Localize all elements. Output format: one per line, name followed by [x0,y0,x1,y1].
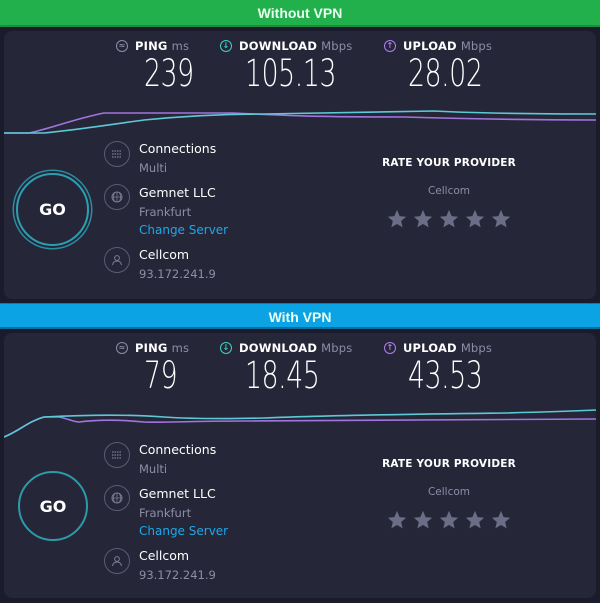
provider-ip: 93.172.241.9 [139,568,216,582]
star-icon[interactable] [386,208,408,230]
server-name: Gemnet LLC [139,486,216,501]
upload-value: 28.02 [408,52,483,95]
ping-value: 79 [144,354,178,397]
download-arrow-icon: ↓ [220,40,232,52]
connections-icon [104,442,130,468]
upload-graph-line [4,112,596,134]
download-unit: Mbps [321,39,353,53]
ping-icon: ≈ [116,342,128,354]
ping-icon: ≈ [116,40,128,52]
connections-value: Multi [139,462,168,476]
metrics-bar: ≈ PING ms 79 ↓ DOWNLOAD Mbps 18.45 ↑ UPLOAD Mb… [4,341,596,403]
speedtest-panel-without-vpn: ≈ PING ms 239 ↓ DOWNLOAD Mbps 105.13 ↑ UPLOAD… [4,31,596,299]
metrics-bar: ≈ PING ms 239 ↓ DOWNLOAD Mbps 105.13 ↑ UPLOAD… [4,39,596,101]
ping-metric: ≈ PING ms 79 [116,341,190,396]
star-icon[interactable] [464,509,486,531]
change-server-link[interactable]: Change Server [139,223,228,237]
banner-with-vpn: With VPN [0,303,600,329]
connections-value: Multi [139,161,168,175]
upload-label: UPLOAD [403,39,457,53]
upload-unit: Mbps [460,39,493,53]
server-location: Frankfurt [139,205,192,219]
download-value: 18.45 [245,354,320,397]
star-rating [374,208,524,230]
ping-label: PING [135,39,168,53]
star-icon[interactable] [464,208,486,230]
star-icon[interactable] [438,208,460,230]
download-unit: Mbps [321,341,353,355]
star-icon[interactable] [386,509,408,531]
rate-provider: RATE YOUR PROVIDER Cellcom [374,157,524,230]
upload-metric: ↑ UPLOAD Mbps 43.53 [384,341,511,396]
star-icon[interactable] [490,509,512,531]
download-graph-line [4,110,596,134]
connections-title: Connections [139,141,217,156]
upload-graph-line [4,416,596,438]
star-icon[interactable] [412,509,434,531]
user-icon [104,548,130,574]
change-server-link[interactable]: Change Server [139,524,228,538]
upload-arrow-icon: ↑ [384,342,396,354]
globe-icon [104,485,130,511]
rate-title: RATE YOUR PROVIDER [382,458,516,470]
ping-value: 239 [144,52,194,95]
server-name: Gemnet LLC [139,185,216,200]
ping-unit: ms [171,341,190,355]
download-label: DOWNLOAD [239,341,318,355]
download-metric: ↓ DOWNLOAD Mbps 105.13 [220,39,371,94]
connections-title: Connections [139,442,217,457]
star-icon[interactable] [412,208,434,230]
download-arrow-icon: ↓ [220,342,232,354]
rate-provider: RATE YOUR PROVIDER Cellcom [374,458,524,531]
speedtest-panel-with-vpn: ≈ PING ms 79 ↓ DOWNLOAD Mbps 18.45 ↑ UPLOAD Mb… [4,333,596,598]
speed-graph [4,99,596,141]
upload-label: UPLOAD [403,341,457,355]
download-label: DOWNLOAD [239,39,318,53]
star-rating [374,509,524,531]
download-value: 105.13 [245,52,337,95]
ping-label: PING [135,341,168,355]
provider-ip: 93.172.241.9 [139,267,216,281]
go-label: GO [39,496,67,516]
globe-icon [104,184,130,210]
upload-unit: Mbps [460,341,493,355]
upload-metric: ↑ UPLOAD Mbps 28.02 [384,39,511,94]
upload-arrow-icon: ↑ [384,40,396,52]
download-graph-line [4,409,596,438]
rate-provider-name: Cellcom [427,185,471,197]
server-location: Frankfurt [139,506,192,520]
star-icon[interactable] [438,509,460,531]
upload-value: 43.53 [408,354,483,397]
rate-provider-name: Cellcom [427,486,471,498]
go-button[interactable]: GO [18,471,88,541]
provider-name: Cellcom [139,548,190,563]
ping-metric: ≈ PING ms 239 [116,39,213,94]
rate-title: RATE YOUR PROVIDER [382,157,516,169]
speed-graph [4,401,596,443]
go-label: GO [39,200,66,219]
go-button[interactable]: GO [16,173,89,246]
user-icon [104,247,130,273]
banner-without-vpn: Without VPN [0,0,600,27]
ping-unit: ms [171,39,190,53]
star-icon[interactable] [490,208,512,230]
connections-icon [104,141,130,167]
provider-name: Cellcom [139,247,190,262]
download-metric: ↓ DOWNLOAD Mbps 18.45 [220,341,352,396]
